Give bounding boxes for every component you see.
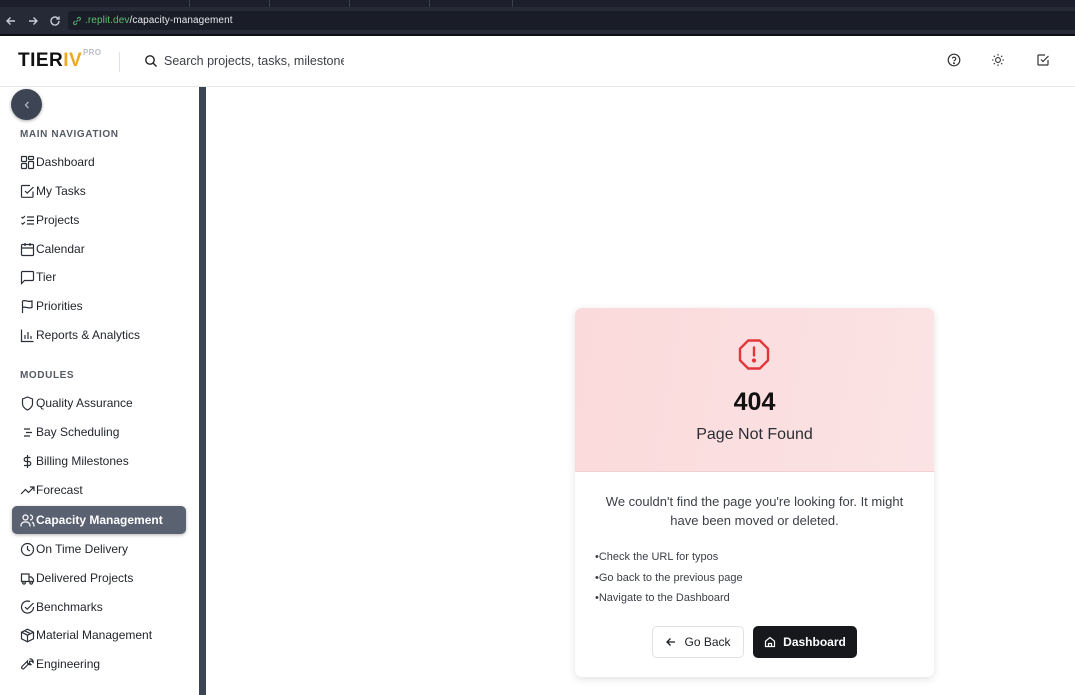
sidebar-item-priorities[interactable]: Priorities — [12, 292, 186, 320]
sidebar-item-label: Calendar — [36, 242, 85, 256]
sidebar-item-on-time-delivery[interactable]: On Time Delivery — [12, 535, 186, 563]
list-item: Go back to the previous page — [595, 570, 743, 591]
url-path: /capacity-management — [129, 15, 233, 26]
browser-tab-strip — [0, 0, 1075, 7]
sidebar-item-label: Reports & Analytics — [36, 328, 141, 342]
sidebar-item-label: Priorities — [36, 299, 83, 313]
sidebar-item-label: My Tasks — [36, 184, 86, 198]
sidebar-item-label: Engineering — [36, 657, 101, 671]
calendar-icon — [20, 242, 35, 256]
app-header: TIERIV PRO — [0, 36, 1075, 87]
section-title-modules: MODULES — [20, 370, 75, 381]
logo-badge: PRO — [83, 48, 102, 57]
sidebar-item-label: Bay Scheduling — [36, 425, 120, 439]
logo-main: TIER — [18, 50, 64, 71]
list-item: Navigate to the Dashboard — [595, 590, 743, 611]
browser-tab[interactable] — [0, 0, 190, 7]
forward-icon[interactable] — [22, 7, 44, 34]
sidebar-item-label: Benchmarks — [36, 600, 103, 614]
sidebar-item-tier[interactable]: Tier — [12, 263, 186, 291]
browser-tab[interactable] — [190, 0, 270, 7]
layout-grid-icon — [20, 155, 35, 169]
logo[interactable]: TIERIV PRO — [18, 48, 101, 72]
help-icon[interactable] — [947, 53, 961, 67]
shield-icon — [21, 395, 34, 411]
sidebar-item-label: Forecast — [36, 483, 83, 497]
sidebar-item-forecast[interactable]: Forecast — [12, 476, 186, 504]
sidebar-item-my-tasks[interactable]: My Tasks — [12, 177, 186, 205]
sidebar-item-label: Dashboard — [36, 155, 95, 169]
list-checks-icon — [21, 215, 34, 225]
collapse-sidebar-button[interactable] — [11, 89, 42, 120]
wrench-icon — [21, 657, 34, 669]
error-card-header: 404 Page Not Found — [575, 308, 934, 472]
search-bar[interactable] — [144, 51, 344, 71]
dashboard-button[interactable]: Dashboard — [753, 626, 857, 658]
sidebar-item-label: Tier — [36, 270, 57, 284]
error-tips: Check the URL for typos Go back to the p… — [595, 549, 743, 611]
sidebar-item-quality-assurance[interactable]: Quality Assurance — [12, 389, 186, 417]
package-icon — [20, 628, 35, 642]
url-domain: .replit.dev — [85, 15, 130, 26]
users-icon — [20, 513, 35, 526]
dollar-icon — [23, 454, 32, 468]
sidebar-item-label: Material Management — [36, 628, 153, 642]
reload-icon[interactable] — [44, 7, 66, 34]
check-circle-icon — [20, 599, 35, 614]
chevron-left-icon — [24, 101, 29, 108]
dashboard-label: Dashboard — [783, 635, 846, 649]
go-back-label: Go Back — [684, 635, 731, 649]
list-item: Check the URL for typos — [595, 549, 743, 570]
error-message: We couldn't find the page you're looking… — [605, 494, 904, 528]
logo-accent: IV — [63, 50, 83, 71]
sidebar: MAIN NAVIGATION Dashboard My Tasks Proje… — [0, 87, 200, 695]
sidebar-item-benchmarks[interactable]: Benchmarks — [12, 593, 186, 621]
sidebar-resize-handle[interactable] — [199, 87, 206, 695]
search-icon — [145, 55, 157, 67]
link-icon — [73, 16, 81, 25]
sidebar-item-label: Projects — [36, 213, 80, 227]
sidebar-item-label: On Time Delivery — [36, 542, 129, 556]
flag-icon — [21, 299, 33, 313]
truck-icon — [20, 572, 35, 585]
alert-octagon-icon — [738, 339, 770, 370]
browser-tab[interactable] — [270, 0, 350, 7]
error-card: 404 Page Not Found We couldn't find the … — [575, 308, 934, 677]
sidebar-item-projects[interactable]: Projects — [12, 206, 186, 234]
search-input[interactable] — [164, 54, 344, 68]
sidebar-item-label: Quality Assurance — [36, 396, 133, 410]
address-bar[interactable]: .replit.dev/capacity-management — [68, 11, 1075, 30]
trending-up-icon — [20, 485, 35, 494]
sidebar-item-engineering[interactable]: Engineering — [12, 650, 186, 678]
sidebar-item-calendar[interactable]: Calendar — [12, 235, 186, 263]
check-square-icon[interactable] — [1036, 53, 1050, 67]
message-square-icon — [20, 270, 35, 285]
clock-icon — [20, 542, 35, 556]
sidebar-item-bay-scheduling[interactable]: Bay Scheduling — [12, 418, 186, 446]
browser-toolbar: .replit.dev/capacity-management — [0, 7, 1075, 34]
sidebar-item-capacity-management[interactable]: Capacity Management — [12, 506, 186, 534]
sidebar-item-label: Billing Milestones — [36, 454, 129, 468]
browser-tab[interactable] — [350, 0, 430, 7]
home-icon — [765, 636, 776, 648]
sun-icon[interactable] — [991, 53, 1005, 67]
sidebar-item-dashboard[interactable]: Dashboard — [12, 148, 186, 176]
section-title-main: MAIN NAVIGATION — [20, 129, 119, 140]
go-back-button[interactable]: Go Back — [652, 626, 744, 658]
sidebar-item-reports[interactable]: Reports & Analytics — [12, 321, 186, 349]
align-list-icon — [24, 427, 32, 437]
sidebar-item-material-management[interactable]: Material Management — [12, 621, 186, 649]
sidebar-item-label: Capacity Management — [36, 513, 163, 527]
sidebar-item-delivered-projects[interactable]: Delivered Projects — [12, 564, 186, 592]
browser-tab[interactable] — [430, 0, 513, 7]
bar-chart-icon — [20, 329, 34, 342]
sidebar-item-label: Delivered Projects — [36, 571, 134, 585]
header-divider — [119, 52, 120, 72]
check-square-icon — [20, 184, 34, 198]
error-code: 404 — [733, 388, 776, 416]
sidebar-item-billing-milestones[interactable]: Billing Milestones — [12, 447, 186, 475]
error-title: Page Not Found — [696, 426, 813, 443]
arrow-left-icon — [666, 638, 676, 646]
back-icon[interactable] — [0, 7, 22, 34]
